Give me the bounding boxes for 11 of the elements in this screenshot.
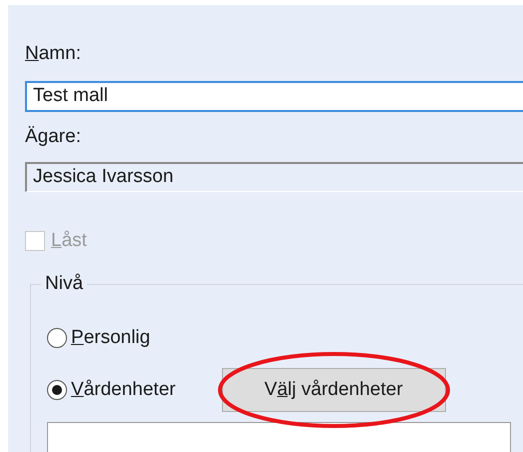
owner-input-field[interactable]: Jessica Ivarsson — [25, 162, 523, 192]
care-units-list[interactable] — [47, 422, 511, 452]
radio-label: Personlig — [71, 327, 150, 349]
choose-care-units-button[interactable]: Välj vårdenheter — [222, 368, 446, 412]
radio-label: Vårdenheter — [71, 379, 176, 401]
radio-button[interactable] — [47, 328, 67, 348]
owner-label: Ägare: — [25, 126, 81, 148]
locked-label: Låst — [51, 230, 87, 252]
name-input-field[interactable]: Test mall — [25, 81, 523, 112]
radio-button[interactable] — [47, 380, 67, 400]
name-label: Namn: — [25, 43, 81, 65]
